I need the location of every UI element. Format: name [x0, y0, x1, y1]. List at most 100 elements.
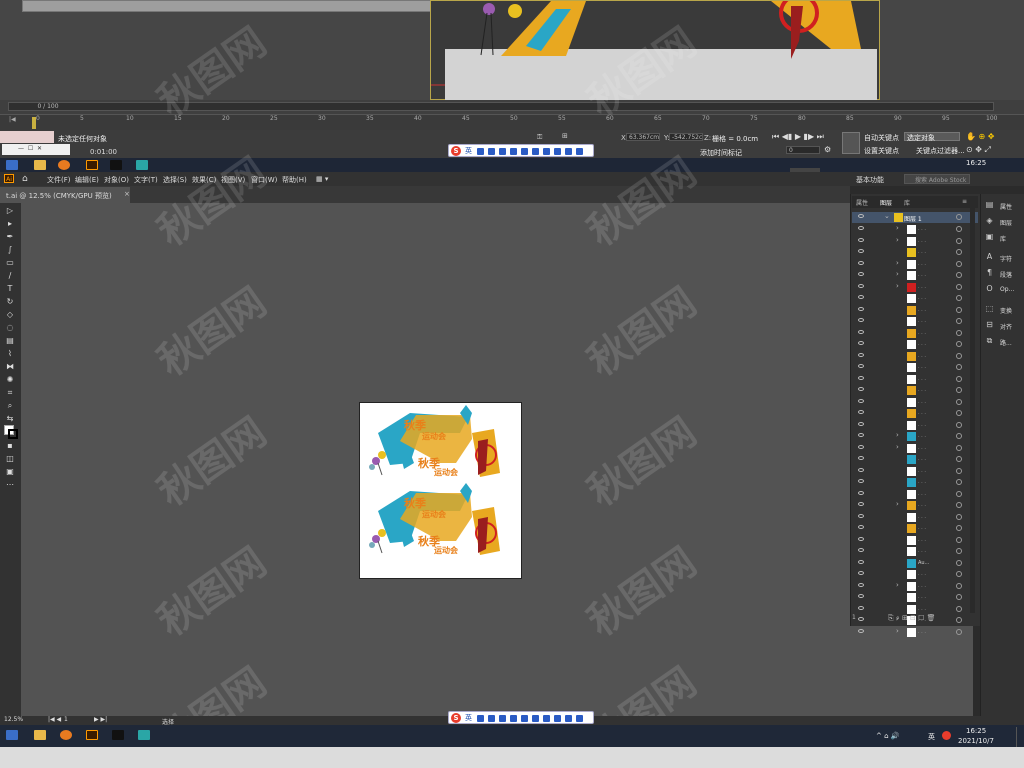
props-item[interactable]: 段落 — [1000, 270, 1012, 279]
sublayer-row[interactable]: . . . — [852, 546, 978, 557]
visibility-eye-icon[interactable] — [858, 341, 864, 345]
visibility-eye-icon[interactable] — [858, 548, 864, 552]
menu-file[interactable]: 文件(F) — [47, 175, 71, 185]
expand-chevron-icon[interactable]: › — [896, 627, 899, 635]
visibility-eye-icon[interactable] — [858, 582, 864, 587]
props-item[interactable]: 对齐 — [1000, 322, 1012, 331]
eraser-tool-icon[interactable]: ◇ — [4, 310, 16, 320]
sogou-icon[interactable]: S — [451, 146, 461, 156]
layers-panel-icon[interactable]: ◈ — [985, 216, 994, 225]
tray-ime[interactable]: 英 — [928, 732, 935, 742]
expand-chevron-icon[interactable]: › — [896, 443, 899, 451]
tab-properties[interactable]: 属性 — [856, 198, 868, 207]
sublayer-row[interactable]: . . . — [852, 316, 978, 327]
sublayer-target-icon[interactable] — [956, 617, 962, 623]
character-panel-icon[interactable]: A — [985, 252, 994, 261]
blend-tool-icon[interactable]: ⧓ — [4, 362, 16, 372]
gradient-tool-icon[interactable]: ▤ — [4, 336, 16, 346]
sublayer-row[interactable]: › . . . — [852, 236, 978, 247]
stock-search-input[interactable]: 搜索 Adobe Stock — [904, 174, 970, 184]
warp-tool-icon[interactable]: ◌ — [4, 323, 16, 333]
coord-x-field[interactable]: 63.367cm — [626, 133, 660, 141]
taskbar-clock[interactable]: 16:25 — [966, 159, 986, 167]
sublayer-row[interactable]: . . . — [852, 535, 978, 546]
draw-mode-icon[interactable]: ◫ — [4, 454, 16, 464]
lock-selection-icon[interactable]: ⚿ — [537, 133, 542, 142]
sublayer-target-icon[interactable] — [956, 525, 962, 531]
sublayer-row[interactable]: . . . — [852, 293, 978, 304]
visibility-eye-icon[interactable] — [858, 479, 864, 483]
props-item[interactable]: 库 — [1000, 234, 1006, 243]
sublayer-target-icon[interactable] — [956, 249, 962, 255]
sublayer-target-icon[interactable] — [956, 375, 962, 382]
visibility-eye-icon[interactable] — [858, 617, 864, 621]
sublayer-row[interactable]: . . . — [852, 604, 978, 615]
sublayer-row[interactable]: . . . — [852, 420, 978, 431]
sogou-tray-icon[interactable] — [942, 731, 951, 740]
time-config-icon[interactable]: ⚙ — [824, 145, 831, 154]
pathfinder-panel-icon[interactable]: ⧉ — [985, 336, 994, 345]
visibility-eye-icon[interactable] — [858, 306, 864, 311]
sublayer-target-icon[interactable] — [956, 226, 962, 232]
key-mode-dropdown[interactable]: 选定对象 — [904, 132, 960, 142]
close-tab-icon[interactable]: × — [124, 190, 130, 198]
menu-help[interactable]: 帮助(H) — [282, 175, 307, 185]
sublayer-row[interactable]: › . . . — [852, 431, 978, 442]
sublayer-row[interactable]: › . . . — [852, 443, 978, 454]
auto-key-button[interactable]: 自动关键点 — [864, 133, 899, 143]
paragraph-panel-icon[interactable]: ¶ — [985, 268, 994, 277]
zoom-level-field[interactable]: 12.5% — [4, 716, 23, 723]
sublayer-target-icon[interactable] — [956, 410, 962, 416]
ime-toolbar[interactable]: S 英 — [448, 711, 594, 724]
visibility-eye-icon[interactable] — [858, 628, 864, 633]
expand-chevron-icon[interactable]: › — [896, 500, 899, 508]
props-item[interactable]: 字符 — [1000, 254, 1012, 263]
terminal-icon[interactable] — [112, 730, 124, 740]
visibility-eye-icon[interactable] — [858, 387, 864, 391]
sublayer-target-icon[interactable] — [956, 433, 962, 439]
sublayer-row[interactable]: › . . . — [852, 581, 978, 592]
sublayer-row[interactable]: . . . — [852, 362, 978, 373]
visibility-eye-icon[interactable] — [858, 318, 864, 322]
brush-tool-icon[interactable]: ∕ — [4, 271, 16, 281]
visibility-eye-icon[interactable] — [858, 329, 864, 334]
start-icon[interactable] — [6, 160, 18, 170]
visibility-eye-icon[interactable] — [858, 467, 864, 472]
browser-icon[interactable] — [60, 730, 72, 740]
visibility-eye-icon[interactable] — [858, 559, 864, 564]
ime-language[interactable]: 英 — [465, 713, 472, 723]
rotate-tool-icon[interactable]: ↻ — [4, 297, 16, 307]
sublayer-row[interactable]: . . . — [852, 477, 978, 488]
sublayer-row[interactable]: . . . — [852, 305, 978, 316]
visibility-eye-icon[interactable] — [858, 421, 864, 426]
sublayer-row[interactable]: › . . . — [852, 627, 978, 638]
sublayer-target-icon[interactable] — [956, 559, 962, 566]
visibility-eye-icon[interactable] — [858, 237, 864, 242]
layer-target-icon[interactable] — [956, 214, 962, 220]
visibility-eye-icon[interactable] — [858, 226, 864, 230]
sublayer-row[interactable]: . . . — [852, 454, 978, 465]
sublayer-target-icon[interactable] — [956, 272, 962, 278]
menu-type[interactable]: 文字(T) — [134, 175, 158, 185]
artboard-nav-prev-icon[interactable]: |◀ ◀ — [48, 716, 61, 723]
visibility-eye-icon[interactable] — [858, 272, 864, 276]
eyedropper-tool-icon[interactable]: ⌇ — [4, 349, 16, 359]
layers-scrollbar[interactable] — [970, 205, 975, 613]
visibility-eye-icon[interactable] — [858, 295, 864, 299]
sublayer-row[interactable]: . . . — [852, 247, 978, 258]
home-icon[interactable]: ⌂ — [22, 174, 28, 184]
taskbar-clock-time[interactable]: 16:25 — [966, 727, 986, 735]
swap-colors-icon[interactable]: ⇆ — [4, 414, 16, 424]
sublayer-target-icon[interactable] — [956, 295, 962, 301]
artboard-nav-next-icon[interactable]: ▶ ▶| — [94, 716, 107, 723]
transform-panel-icon[interactable]: ⬚ — [985, 304, 994, 313]
sublayer-target-icon[interactable] — [956, 283, 962, 290]
visibility-eye-icon[interactable] — [858, 283, 864, 288]
workspace-switcher[interactable]: 基本功能 — [856, 175, 884, 185]
sublayer-row[interactable]: › . . . — [852, 500, 978, 511]
3dsmax-icon[interactable] — [138, 730, 150, 740]
time-cursor[interactable] — [32, 117, 36, 129]
opentype-panel-icon[interactable]: O — [985, 284, 994, 293]
sublayer-target-icon[interactable] — [956, 329, 962, 336]
sublayer-target-icon[interactable] — [956, 237, 962, 244]
